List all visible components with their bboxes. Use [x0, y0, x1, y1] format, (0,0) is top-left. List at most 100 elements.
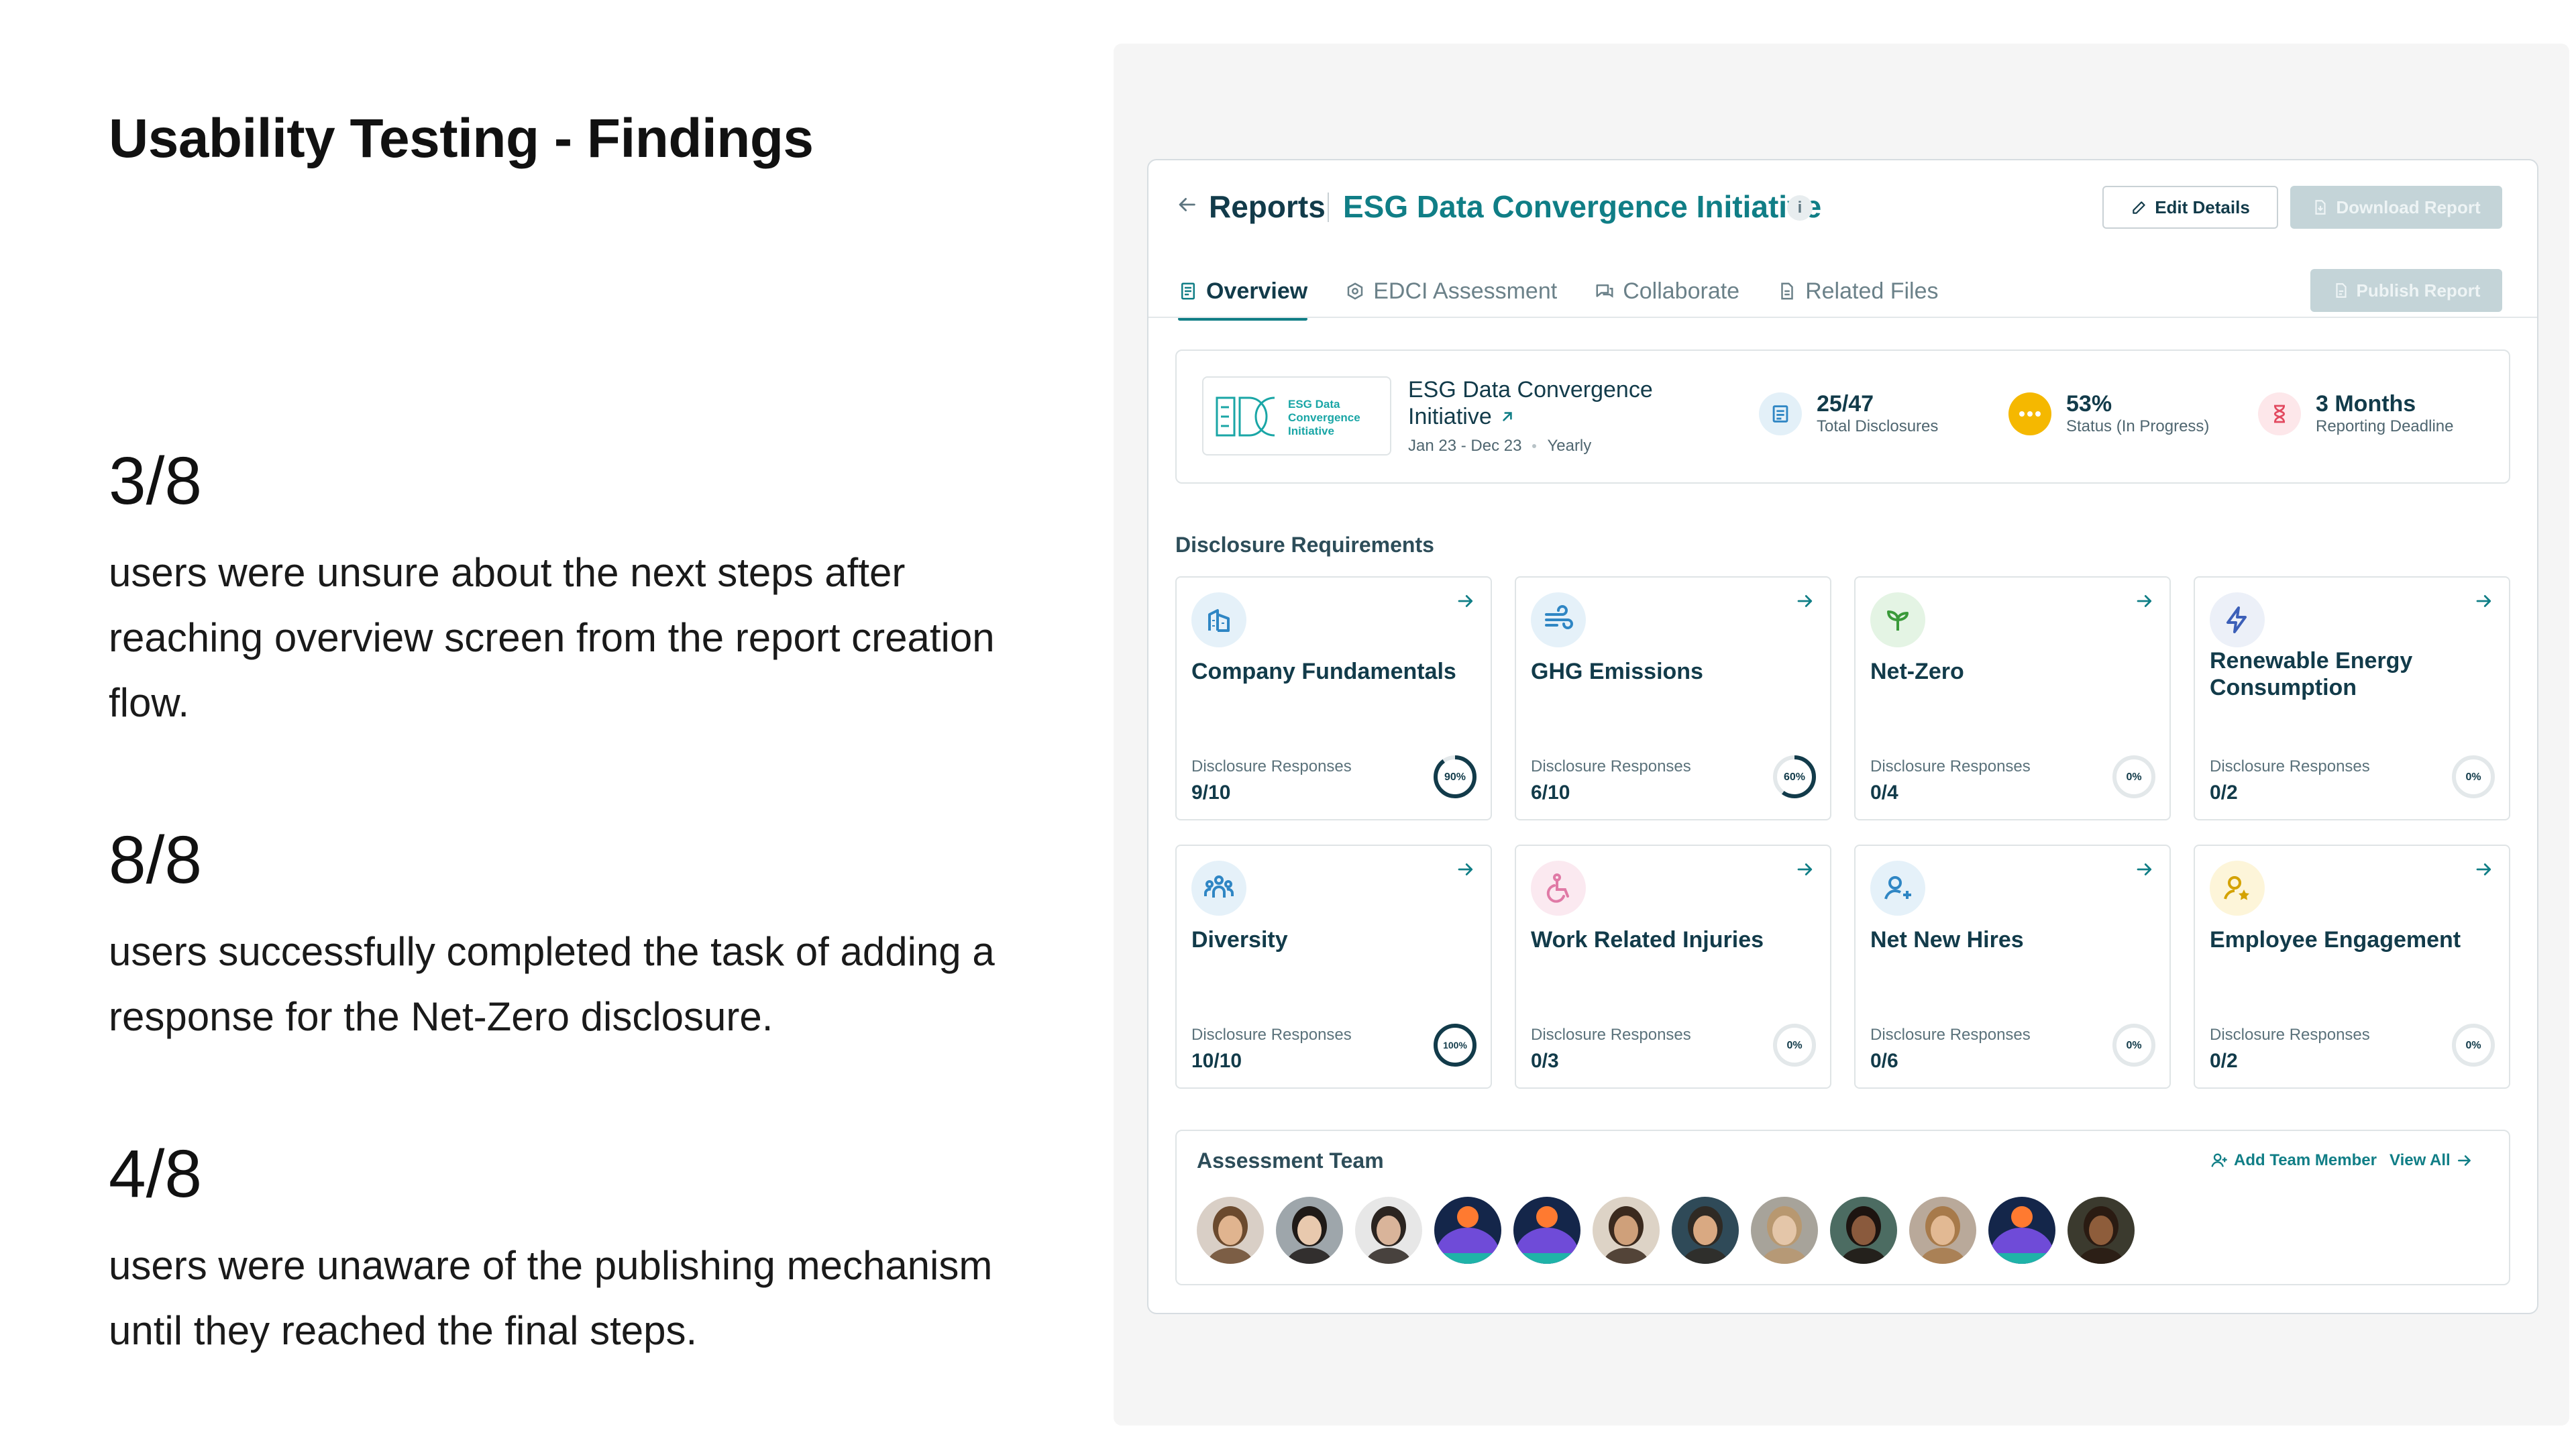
logo-text-line-2: Convergence	[1288, 411, 1360, 424]
external-link-icon[interactable]	[1499, 408, 1516, 425]
responses-value: 0/3	[1531, 1050, 1559, 1072]
avatar[interactable]	[1909, 1197, 1976, 1264]
edci-logo-text: ESG Data Convergence Initiative	[1288, 398, 1360, 438]
tab-edci-label: EDCI Assessment	[1373, 278, 1558, 304]
chat-icon	[1596, 284, 1613, 298]
download-icon	[2315, 200, 2326, 215]
disclosure-card[interactable]: Company Fundamentals Disclosure Responses…	[1175, 576, 1492, 820]
progress-percent-label: 60%	[1784, 771, 1805, 783]
view-all-label: View All	[2390, 1151, 2451, 1169]
disclosure-card[interactable]: Net New Hires Disclosure Responses 0/6 0%	[1854, 845, 2171, 1089]
avatar[interactable]	[1751, 1197, 1818, 1264]
avatar[interactable]	[1276, 1197, 1343, 1264]
progress-percent-label: 0%	[1786, 1040, 1802, 1051]
arrow-right-icon[interactable]	[1456, 859, 1476, 885]
progress-ring: 0%	[1773, 1024, 1816, 1067]
responses-value: 6/10	[1531, 782, 1570, 804]
progress-ring: 0%	[2452, 755, 2495, 798]
avatar[interactable]	[2068, 1197, 2135, 1264]
tab-bar: Overview EDCI Assessment Collaborate Rel…	[1178, 271, 1939, 321]
arrow-right-icon[interactable]	[2135, 859, 2155, 885]
add-team-member-link[interactable]: Add Team Member	[2210, 1151, 2377, 1170]
avatar[interactable]	[1830, 1197, 1897, 1264]
disclosure-name: Employee Engagement	[2210, 927, 2461, 953]
tab-collaborate[interactable]: Collaborate	[1595, 271, 1739, 311]
arrow-right-icon[interactable]	[2474, 859, 2494, 885]
avatar[interactable]	[1988, 1197, 2055, 1264]
finding-1-text: users were unsure about the next steps a…	[109, 550, 995, 725]
people-icon	[1191, 861, 1246, 916]
responses-value: 0/6	[1870, 1050, 1898, 1072]
breadcrumb-separator	[1328, 193, 1329, 222]
disclosure-card[interactable]: GHG Emissions Disclosure Responses 6/10 60%	[1515, 576, 1831, 820]
view-all-link[interactable]: View All	[2390, 1151, 2473, 1170]
status-value: 53%	[2066, 391, 2112, 417]
status-label: Status (In Progress)	[2066, 417, 2210, 435]
edit-details-button[interactable]: Edit Details	[2102, 186, 2278, 229]
responses-label: Disclosure Responses	[1531, 1026, 1691, 1044]
responses-value: 0/4	[1870, 782, 1898, 804]
finding-1-stat: 3/8	[109, 443, 203, 519]
disclosure-card[interactable]: Diversity Disclosure Responses 10/10 100%	[1175, 845, 1492, 1089]
avatar[interactable]	[1434, 1197, 1501, 1264]
total-disclosures-value: 25/47	[1817, 391, 1874, 417]
initiative-name-line-2: Initiative	[1408, 404, 1492, 429]
avatar[interactable]	[1593, 1197, 1660, 1264]
lightning-icon	[2210, 592, 2265, 647]
disclosure-card[interactable]: Employee Engagement Disclosure Responses 0…	[2194, 845, 2510, 1089]
arrow-right-icon[interactable]	[1795, 591, 1815, 617]
initiative-name[interactable]: ESG Data Convergence Initiative	[1408, 376, 1653, 430]
frequency-text: Yearly	[1547, 437, 1592, 455]
responses-value: 0/2	[2210, 1050, 2238, 1072]
metric-deadline: 3 Months Reporting Deadline	[2258, 391, 2453, 436]
tab-related-files[interactable]: Related Files	[1777, 271, 1939, 311]
tab-edci-assessment[interactable]: EDCI Assessment	[1345, 271, 1557, 311]
disclosure-section-title: Disclosure Requirements	[1175, 533, 1434, 557]
deadline-label: Reporting Deadline	[2316, 417, 2454, 435]
arrow-right-icon[interactable]	[2474, 591, 2494, 617]
progress-ring: 60%	[1773, 755, 1816, 798]
progress-ring: 90%	[1434, 755, 1477, 798]
responses-label: Disclosure Responses	[1870, 1026, 2031, 1044]
disclosure-name: Work Related Injuries	[1531, 927, 1764, 953]
disclosure-card[interactable]: Renewable Energy Consumption Disclosure R…	[2194, 576, 2510, 820]
edci-logo-mark	[1216, 396, 1275, 437]
avatar[interactable]	[1513, 1197, 1580, 1264]
list-icon	[1759, 392, 1802, 435]
avatar[interactable]	[1197, 1197, 1264, 1264]
arrow-right-icon[interactable]	[1795, 859, 1815, 885]
info-icon[interactable]: i	[1787, 195, 1813, 221]
finding-3-stat: 4/8	[109, 1136, 203, 1212]
tab-related-files-label: Related Files	[1805, 278, 1939, 304]
period-text: Jan 23 - Dec 23	[1408, 437, 1522, 455]
progress-ring: 0%	[2112, 755, 2155, 798]
arrow-right-icon[interactable]	[1456, 591, 1476, 617]
hourglass-icon	[2258, 392, 2301, 435]
tab-overview[interactable]: Overview	[1178, 271, 1308, 321]
metric-status: 53% Status (In Progress)	[2008, 391, 2209, 436]
disclosure-card[interactable]: Work Related Injuries Disclosure Response…	[1515, 845, 1831, 1089]
metric-total-disclosures: 25/47 Total Disclosures	[1759, 391, 1938, 436]
finding-3-text: users were unaware of the publishing mec…	[109, 1243, 993, 1353]
breadcrumb-reports[interactable]: Reports	[1209, 189, 1326, 225]
disclosure-name: GHG Emissions	[1531, 659, 1703, 684]
back-arrow-icon[interactable]	[1175, 193, 1198, 223]
responses-label: Disclosure Responses	[1191, 757, 1352, 775]
responses-value: 0/2	[2210, 782, 2238, 804]
finding-2-text: users successfully completed the task of…	[109, 929, 995, 1039]
avatar[interactable]	[1355, 1197, 1422, 1264]
deadline-value: 3 Months	[2316, 391, 2416, 417]
add-team-member-label: Add Team Member	[2234, 1151, 2377, 1169]
disclosure-name: Net New Hires	[1870, 927, 2024, 953]
avatar[interactable]	[1672, 1197, 1739, 1264]
disclosure-card[interactable]: Net-Zero Disclosure Responses 0/4 0%	[1854, 576, 2171, 820]
add-user-icon	[1870, 861, 1925, 916]
download-report-button[interactable]: Download Report	[2290, 186, 2502, 229]
initiative-name-line-1: ESG Data Convergence	[1408, 377, 1653, 402]
publish-report-button[interactable]: Publish Report	[2310, 269, 2502, 312]
disclosure-name: Renewable Energy Consumption	[2210, 648, 2413, 700]
tab-divider	[1148, 317, 2537, 318]
progress-percent-label: 0%	[2465, 771, 2481, 783]
arrow-right-icon[interactable]	[2135, 591, 2155, 617]
report-summary: ESG Data Convergence Initiative ESG Data…	[1175, 350, 2510, 484]
